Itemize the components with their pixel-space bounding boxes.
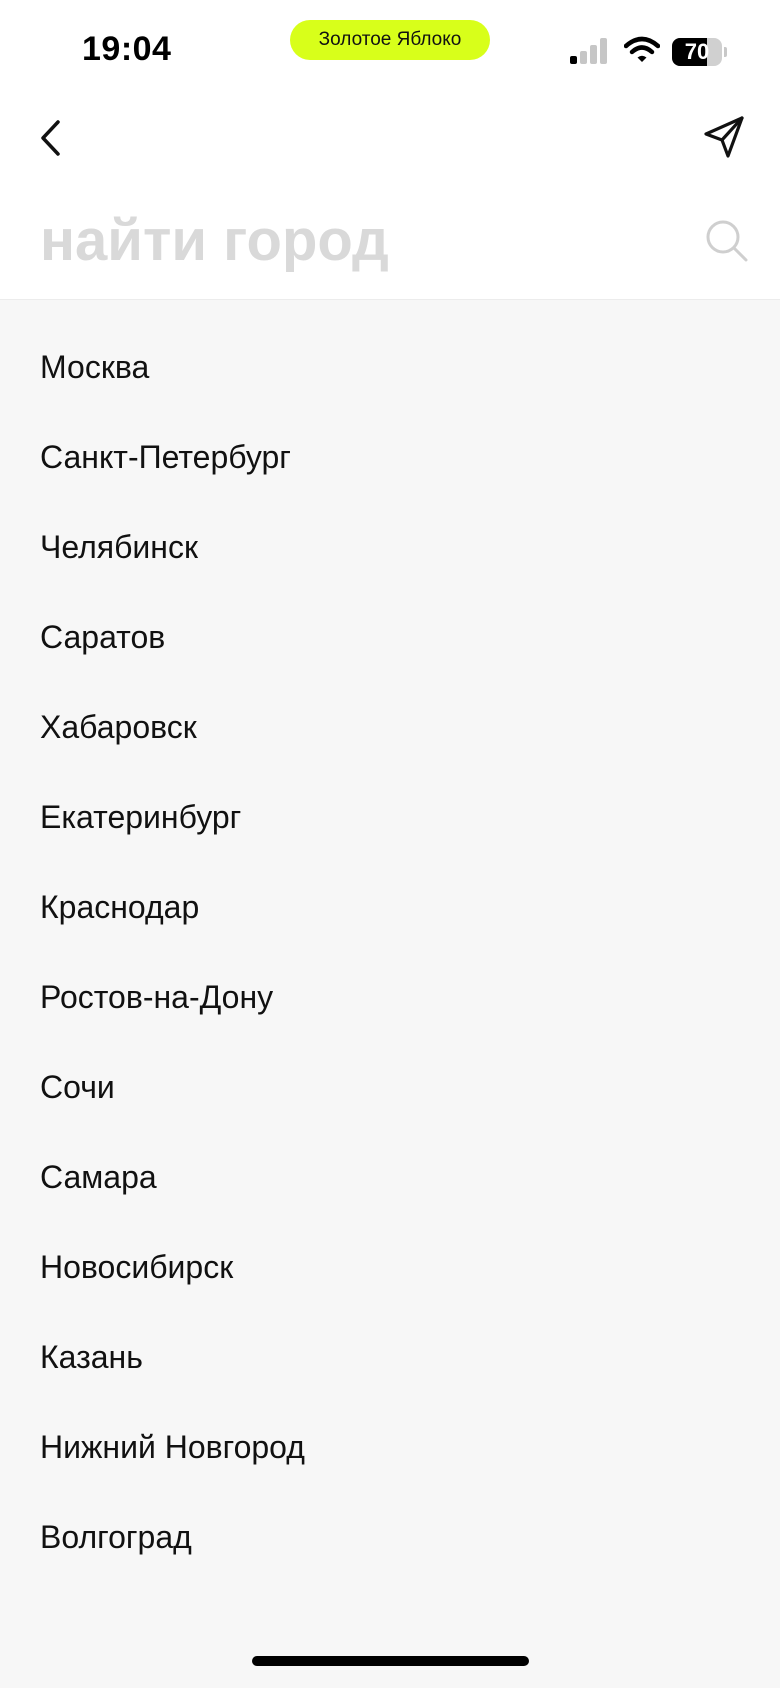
city-list-item[interactable]: Санкт-Петербург [0,412,780,502]
detect-location-button[interactable] [700,112,748,164]
chevron-left-icon [41,120,60,156]
city-list-item[interactable]: Самара [0,1132,780,1222]
city-list-item[interactable]: Нижний Новгород [0,1402,780,1492]
city-list-item[interactable]: Москва [0,322,780,412]
city-list-item[interactable]: Хабаровск [0,682,780,772]
city-list-item[interactable]: Ростов-на-Дону [0,952,780,1042]
city-list-item[interactable]: Казань [0,1312,780,1402]
header-area: 19:04 Золотое Яблоко 70 [0,0,780,300]
cellular-signal-icon [570,38,610,64]
city-list-item[interactable]: Екатеринбург [0,772,780,862]
city-list-item[interactable]: Челябинск [0,502,780,592]
battery-level: 70 [684,39,710,64]
city-search-input[interactable] [40,200,680,280]
city-list-item[interactable]: Новосибирск [0,1222,780,1312]
location-arrow-icon [704,116,744,158]
battery-indicator: 70 [672,38,727,66]
city-list: Москва Санкт-Петербург Челябинск Саратов Хаб… [0,300,780,1610]
home-indicator[interactable] [252,1656,529,1666]
city-list-item[interactable]: Сочи [0,1042,780,1132]
app-indicator-pill[interactable]: Золотое Яблоко [290,20,490,60]
wifi-icon [624,36,660,62]
city-list-item[interactable]: Саратов [0,592,780,682]
search-icon[interactable] [704,218,750,264]
city-list-item[interactable]: Волгоград [0,1492,780,1582]
city-list-item[interactable]: Краснодар [0,862,780,952]
status-time: 19:04 [82,30,172,68]
back-button[interactable] [28,108,76,168]
